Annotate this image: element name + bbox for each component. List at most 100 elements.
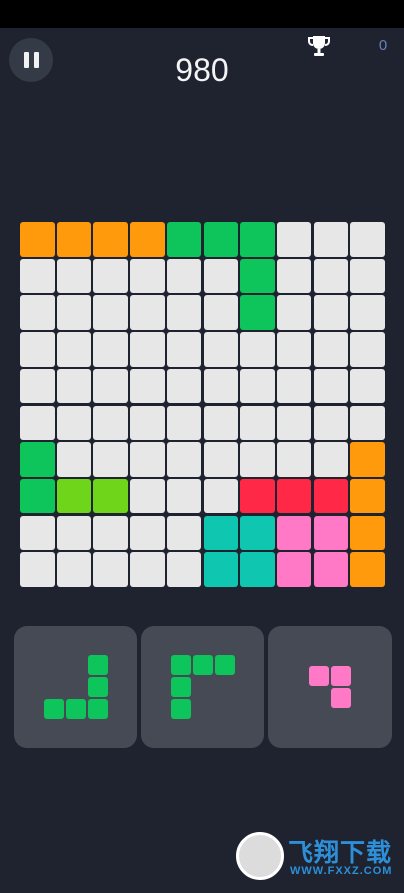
board-cell-empty (93, 442, 128, 477)
board-cell-empty (20, 295, 55, 330)
board-cell-filled (350, 442, 385, 477)
current-score: 980 (175, 52, 229, 88)
board-cell-empty (240, 405, 275, 440)
board-cell-empty (166, 332, 202, 367)
board-cell-filled (93, 222, 128, 257)
board-cell-empty (130, 258, 165, 294)
board-cell-empty (130, 442, 165, 477)
game-board[interactable] (20, 222, 386, 588)
board-cell-filled (130, 222, 165, 257)
board-cell-empty (20, 258, 55, 294)
board-cell-empty (276, 405, 312, 440)
board-cell-empty (203, 295, 238, 330)
board-cell-filled (240, 552, 275, 587)
piece-tray-2[interactable] (141, 626, 264, 748)
board-cell-empty (166, 442, 202, 477)
board-cell-filled (350, 515, 385, 551)
board-cell-filled (56, 222, 92, 257)
board-cell-filled (240, 258, 275, 294)
board-cell-empty (130, 478, 165, 514)
board-cell-empty (130, 552, 165, 587)
board-cell-empty (350, 295, 385, 330)
piece-block (87, 699, 108, 719)
piece-block (170, 655, 191, 675)
board-cell-empty (276, 332, 312, 367)
board-cell-empty (166, 405, 202, 440)
board-cell-empty (20, 332, 55, 367)
board-cell-filled (313, 515, 349, 551)
board-cell-empty (56, 442, 92, 477)
board-cell-empty (93, 515, 128, 551)
board-cell-empty (313, 295, 349, 330)
watermark-name: 飞翔下载 (288, 839, 393, 867)
board-cell-empty (20, 405, 55, 440)
piece-block (87, 677, 108, 697)
board-cell-empty (240, 368, 275, 404)
piece-block (43, 699, 64, 719)
board-cell-filled (350, 478, 385, 514)
trophy-icon (308, 36, 330, 56)
board-cell-filled (203, 515, 238, 551)
piece-tray-3[interactable] (268, 626, 392, 748)
board-cell-empty (313, 222, 349, 257)
board-cell-empty (130, 405, 165, 440)
board-cell-empty (93, 295, 128, 330)
watermark-url: WWW.FXXZ.COM (290, 865, 393, 877)
board-cell-empty (93, 258, 128, 294)
board-cell-empty (93, 552, 128, 587)
board-cell-filled (240, 515, 275, 551)
board-cell-empty (20, 368, 55, 404)
board-cell-empty (56, 405, 92, 440)
board-cell-filled (240, 295, 275, 330)
board-cell-empty (350, 222, 385, 257)
board-cell-filled (276, 478, 312, 514)
board-cell-empty (276, 222, 312, 257)
board-cell-empty (20, 515, 55, 551)
board-cell-empty (130, 332, 165, 367)
board-cell-empty (93, 405, 128, 440)
board-cell-filled (56, 478, 92, 514)
board-cell-empty (56, 368, 92, 404)
board-cell-empty (56, 295, 92, 330)
board-cell-empty (350, 368, 385, 404)
piece-block (170, 699, 191, 719)
board-cell-empty (350, 332, 385, 367)
best-score: 0 (378, 37, 388, 54)
board-cell-empty (276, 258, 312, 294)
piece-block (309, 666, 329, 686)
board-cell-filled (166, 222, 202, 257)
piece-tray-1[interactable] (14, 626, 137, 748)
board-cell-empty (56, 258, 92, 294)
board-cell-filled (350, 552, 385, 587)
board-cell-empty (56, 552, 92, 587)
board-cell-empty (56, 515, 92, 551)
board-cell-empty (166, 258, 202, 294)
piece-block (331, 688, 351, 708)
board-cell-empty (240, 332, 275, 367)
watermark: 飞翔下载 WWW.FXXZ.COM (236, 832, 396, 882)
board-cell-empty (130, 295, 165, 330)
board-cell-empty (313, 258, 349, 294)
board-cell-filled (203, 552, 238, 587)
board-cell-empty (313, 332, 349, 367)
board-cell-empty (276, 295, 312, 330)
board-cell-empty (166, 515, 202, 551)
board-cell-empty (350, 258, 385, 294)
board-cell-filled (276, 515, 312, 551)
board-cell-empty (20, 552, 55, 587)
piece-block (170, 677, 191, 697)
board-cell-filled (240, 478, 275, 514)
piece-block (87, 655, 108, 675)
board-cell-empty (203, 405, 238, 440)
board-cell-filled (276, 552, 312, 587)
board-cell-empty (93, 332, 128, 367)
board-cell-empty (203, 442, 238, 477)
board-cell-empty (276, 368, 312, 404)
board-cell-filled (313, 552, 349, 587)
piece-block (214, 655, 235, 675)
board-cell-empty (130, 368, 165, 404)
board-cell-empty (166, 478, 202, 514)
board-cell-empty (313, 368, 349, 404)
board-cell-filled (20, 478, 55, 514)
board-cell-filled (240, 222, 275, 257)
